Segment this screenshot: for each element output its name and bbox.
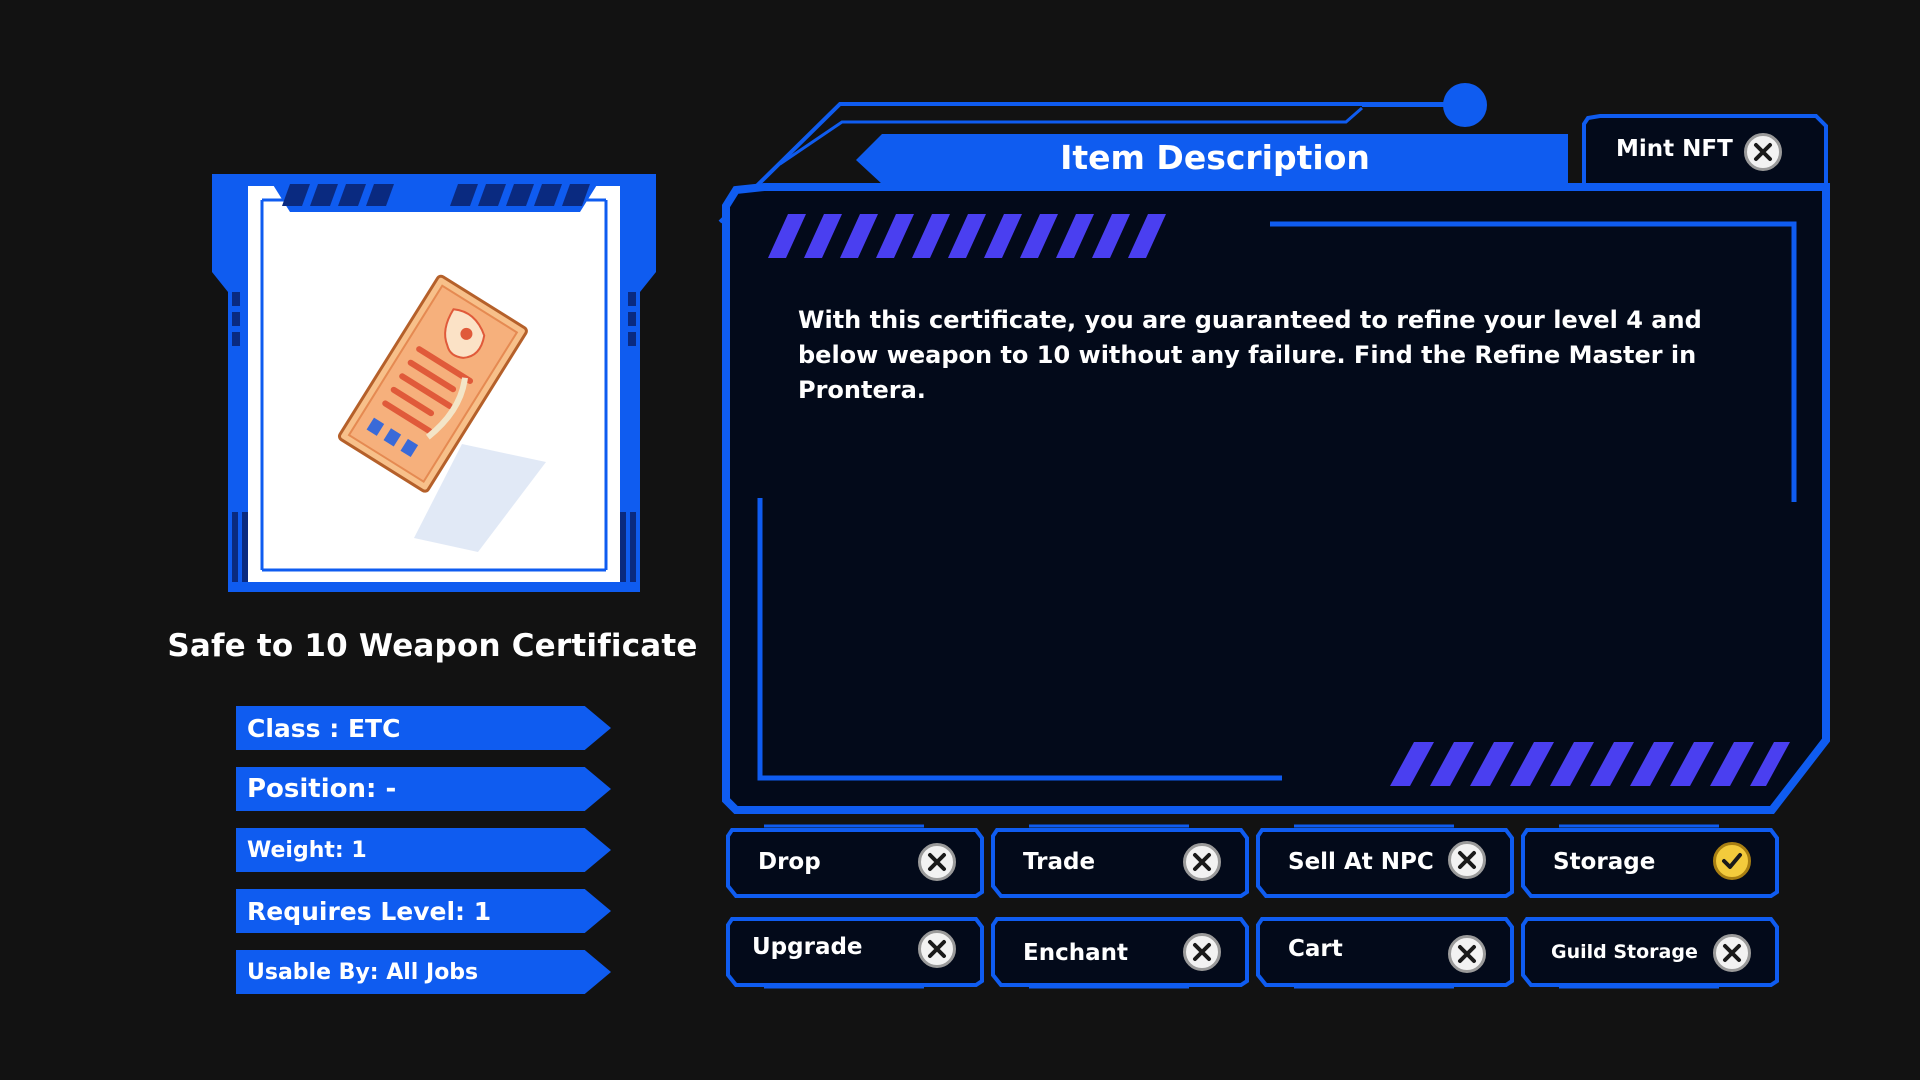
mint-nft-label: Mint NFT [1616, 136, 1733, 162]
permission-cart-label: Cart [1288, 936, 1343, 962]
permission-storage[interactable]: Storage [1519, 824, 1781, 900]
permission-cart[interactable]: Cart [1254, 913, 1516, 989]
permission-trade[interactable]: Trade [989, 824, 1251, 900]
x-icon [1754, 143, 1772, 161]
x-icon [928, 940, 946, 958]
permission-sell-at-npc-label: Sell At NPC [1288, 849, 1434, 875]
permission-guild-storage[interactable]: Guild Storage [1519, 913, 1781, 989]
permission-cart-status [1448, 935, 1486, 973]
x-icon [1723, 944, 1741, 962]
mint-nft-status-button[interactable] [1744, 133, 1782, 171]
x-icon [928, 853, 946, 871]
permission-enchant-label: Enchant [1023, 940, 1128, 966]
permission-trade-label: Trade [1023, 849, 1096, 875]
permission-drop-status [918, 843, 956, 881]
permission-storage-label: Storage [1553, 849, 1656, 875]
permission-upgrade-label: Upgrade [752, 934, 863, 960]
x-icon [1193, 943, 1211, 961]
check-icon [1722, 853, 1742, 869]
permission-storage-status [1713, 842, 1751, 880]
permission-trade-status [1183, 843, 1221, 881]
permission-sell-at-npc-status [1448, 841, 1486, 879]
permission-enchant-status [1183, 933, 1221, 971]
x-icon [1458, 851, 1476, 869]
description-title: Item Description [1060, 137, 1370, 177]
permission-drop[interactable]: Drop [724, 824, 986, 900]
permission-upgrade[interactable]: Upgrade [724, 913, 986, 989]
permission-guild-storage-status [1713, 934, 1751, 972]
permission-drop-label: Drop [758, 849, 821, 875]
x-icon [1193, 853, 1211, 871]
x-icon [1458, 945, 1476, 963]
permission-upgrade-status [918, 930, 956, 968]
permission-sell-at-npc[interactable]: Sell At NPC [1254, 824, 1516, 900]
permission-enchant[interactable]: Enchant [989, 913, 1251, 989]
description-text: With this certificate, you are guarantee… [798, 306, 1702, 404]
permission-guild-storage-label: Guild Storage [1551, 941, 1698, 963]
